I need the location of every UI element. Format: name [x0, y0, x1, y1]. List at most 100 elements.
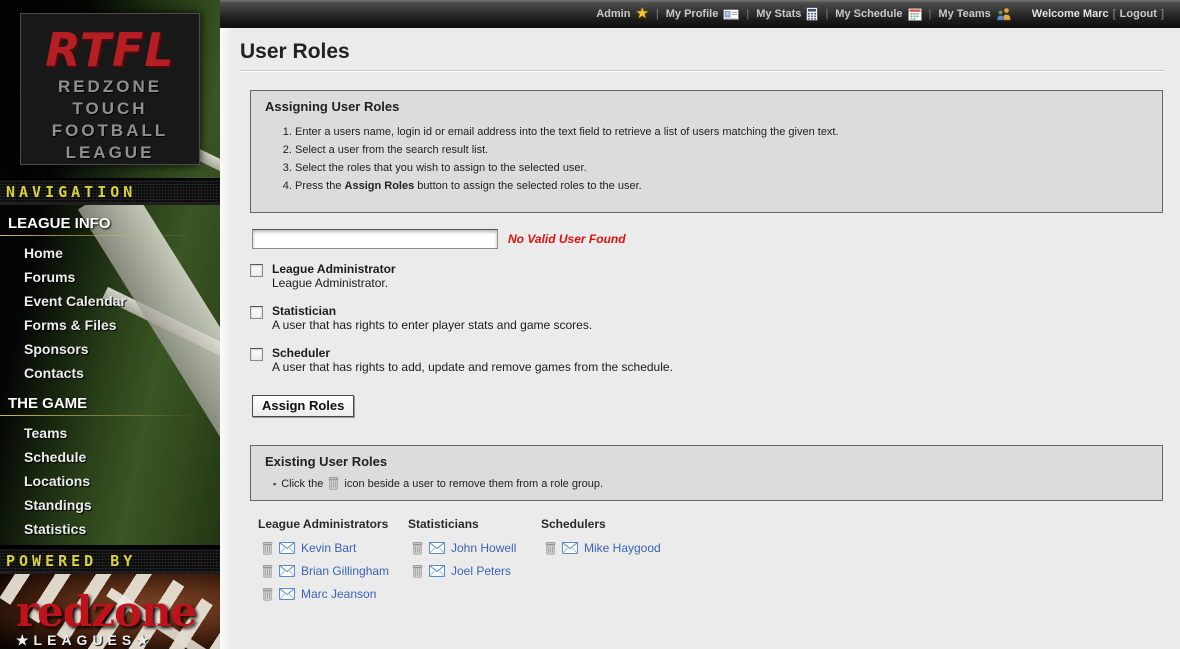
logo-acronym: RTFL: [21, 24, 199, 76]
sidebar-item-statistics[interactable]: Statistics: [0, 517, 220, 541]
remove-user-trash-icon[interactable]: [545, 542, 556, 555]
role-name: League Administrator: [272, 262, 396, 276]
email-icon[interactable]: [279, 588, 295, 600]
user-row: Kevin Bart: [262, 541, 408, 555]
group-statisticians: Statisticians John Howell Joel Peters: [408, 517, 541, 610]
user-link[interactable]: Brian Gillingham: [301, 564, 389, 578]
sidebar-item-forums[interactable]: Forums: [0, 265, 220, 289]
group-schedulers: Schedulers Mike Haygood: [541, 517, 661, 610]
topbar-my-profile[interactable]: My Profile: [666, 8, 740, 21]
user-row: Mike Haygood: [545, 541, 661, 555]
separator: |: [825, 8, 828, 20]
role-name: Statistician: [272, 304, 592, 318]
separator: |: [929, 8, 932, 20]
sidebar-item-home[interactable]: Home: [0, 241, 220, 265]
separator: |: [656, 8, 659, 20]
section-title-the-game: THE GAME: [0, 385, 220, 415]
sidebar: RTFL REDZONE TOUCH FOOTBALL LEAGUE NAVIG…: [0, 0, 220, 649]
user-search-input[interactable]: [252, 229, 498, 249]
remove-user-trash-icon[interactable]: [262, 565, 273, 578]
existing-box-instruction: ▪ Click the icon beside a user to remove…: [273, 477, 1148, 490]
user-row: Brian Gillingham: [262, 564, 408, 578]
role-name: Scheduler: [272, 346, 673, 360]
sidebar-item-locations[interactable]: Locations: [0, 469, 220, 493]
topbar: Admin ★ | My Profile | My Stats | My Sch…: [220, 0, 1180, 28]
step-4-prefix: Press the: [295, 180, 345, 192]
page-title: User Roles: [240, 40, 1180, 64]
group-title: Schedulers: [541, 517, 661, 531]
user-link[interactable]: John Howell: [451, 541, 516, 555]
user-search-row: No Valid User Found: [252, 229, 1180, 249]
title-divider: [240, 70, 1164, 72]
topbar-my-stats[interactable]: My Stats: [756, 7, 818, 21]
separator: |: [746, 8, 749, 20]
sidebar-footer: redzone ★LEAGUES★: [0, 574, 220, 649]
logo-line: LEAGUE: [21, 142, 199, 164]
sidebar-item-forms-files[interactable]: Forms & Files: [0, 313, 220, 337]
main-content: User Roles Assigning User Roles Enter a …: [220, 28, 1180, 649]
statistician-checkbox[interactable]: [250, 306, 263, 319]
group-league-administrators: League Administrators Kevin Bart Brian G…: [258, 517, 408, 610]
email-icon[interactable]: [429, 542, 445, 554]
email-icon[interactable]: [279, 542, 295, 554]
logo-line: FOOTBALL: [21, 120, 199, 142]
user-link[interactable]: Marc Jeanson: [301, 587, 376, 601]
step-3: Select the roles that you wish to assign…: [295, 162, 1148, 174]
topbar-my-profile-label: My Profile: [666, 8, 719, 20]
role-description: A user that has rights to enter player s…: [272, 318, 592, 333]
sidebar-item-event-calendar[interactable]: Event Calendar: [0, 289, 220, 313]
trash-icon: [328, 477, 339, 490]
league-logo: RTFL REDZONE TOUCH FOOTBALL LEAGUE: [20, 13, 200, 165]
topbar-my-teams-label: My Teams: [938, 8, 990, 20]
powered-by-bar: POWERED BY: [0, 547, 220, 574]
bullet: ▪: [273, 479, 276, 489]
topbar-admin-label: Admin: [596, 8, 630, 20]
topbar-admin[interactable]: Admin ★: [596, 8, 649, 20]
topbar-my-schedule-label: My Schedule: [835, 8, 902, 20]
redzone-leagues-logo: redzone ★LEAGUES★: [16, 590, 196, 649]
email-icon[interactable]: [562, 542, 578, 554]
logout-link[interactable]: Logout: [1120, 8, 1157, 20]
role-row-league-administrator: League Administrator League Administrato…: [250, 262, 1180, 291]
email-icon[interactable]: [279, 565, 295, 577]
user-link[interactable]: Kevin Bart: [301, 541, 356, 555]
group-title: Statisticians: [408, 517, 541, 531]
step-4: Press the Assign Roles button to assign …: [295, 180, 1148, 192]
role-description: League Administrator.: [272, 276, 396, 291]
topbar-my-schedule[interactable]: My Schedule: [835, 7, 921, 21]
remove-user-trash-icon[interactable]: [262, 588, 273, 601]
sidebar-item-sponsors[interactable]: Sponsors: [0, 337, 220, 361]
redzone-logo-text: redzone: [16, 590, 196, 634]
sidebar-item-schedule[interactable]: Schedule: [0, 445, 220, 469]
topbar-my-teams[interactable]: My Teams: [938, 7, 1011, 21]
sidebar-item-teams[interactable]: Teams: [0, 421, 220, 445]
sidebar-item-contacts[interactable]: Contacts: [0, 361, 220, 385]
email-icon[interactable]: [429, 565, 445, 577]
remove-user-trash-icon[interactable]: [262, 542, 273, 555]
remove-user-trash-icon[interactable]: [412, 565, 423, 578]
remove-user-trash-icon[interactable]: [412, 542, 423, 555]
calendar-icon: [908, 7, 922, 21]
bracket: ]: [1161, 8, 1164, 20]
logo-line: TOUCH: [21, 98, 199, 120]
user-link[interactable]: Joel Peters: [451, 564, 511, 578]
instruction-suffix: icon beside a user to remove them from a…: [344, 478, 603, 490]
existing-user-roles-box: Existing User Roles ▪ Click the icon bes…: [250, 445, 1163, 501]
welcome-text: Welcome Marc: [1032, 8, 1109, 20]
calculator-icon: [806, 7, 818, 21]
league-administrator-checkbox[interactable]: [250, 264, 263, 277]
sidebar-item-standings[interactable]: Standings: [0, 493, 220, 517]
assigning-user-roles-box: Assigning User Roles Enter a users name,…: [250, 90, 1163, 213]
assign-roles-button[interactable]: Assign Roles: [252, 395, 354, 417]
navigation-header-bar: NAVIGATION: [0, 178, 220, 205]
scheduler-checkbox[interactable]: [250, 348, 263, 361]
vcard-icon: [723, 8, 739, 21]
step-2: Select a user from the search result lis…: [295, 144, 1148, 156]
role-description: A user that has rights to add, update an…: [272, 360, 673, 375]
section-underline: [0, 235, 220, 236]
role-groups: League Administrators Kevin Bart Brian G…: [258, 517, 1180, 610]
user-row: Marc Jeanson: [262, 587, 408, 601]
user-link[interactable]: Mike Haygood: [584, 541, 661, 555]
assigning-box-title: Assigning User Roles: [265, 99, 1148, 114]
step-1: Enter a users name, login id or email ad…: [295, 126, 1148, 138]
